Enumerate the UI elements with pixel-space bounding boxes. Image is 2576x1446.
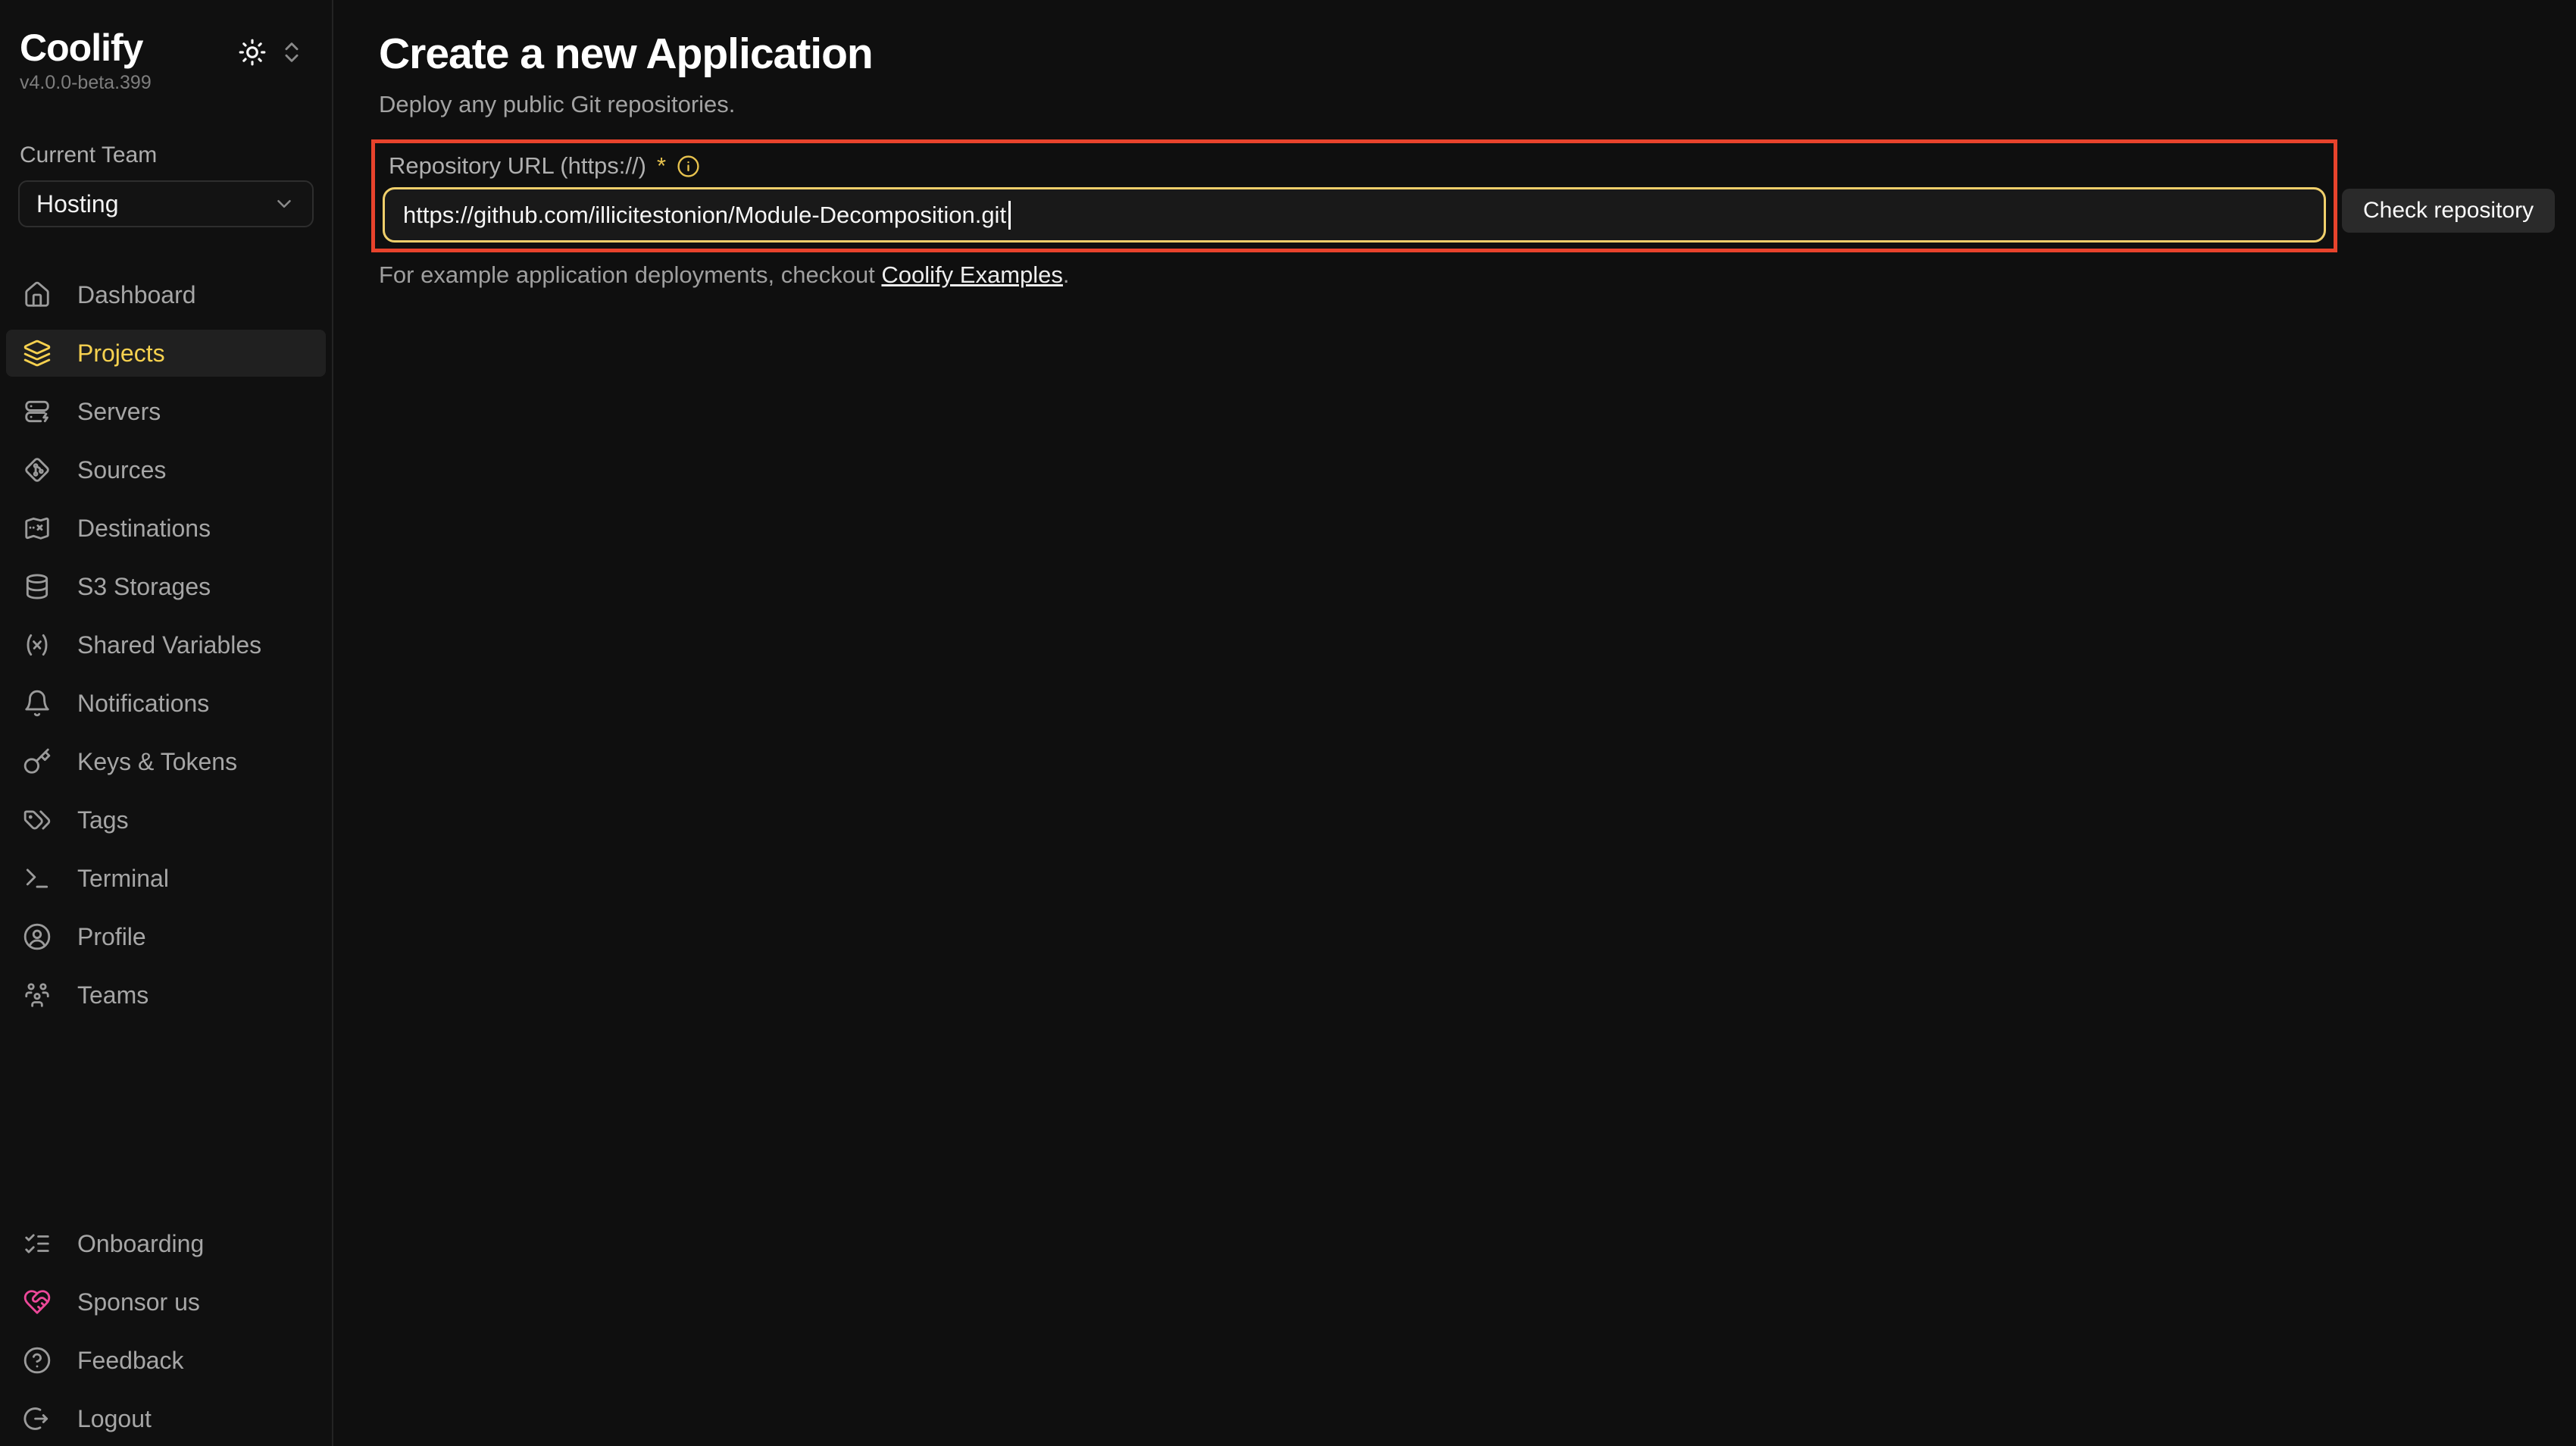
users-icon [23,981,52,1009]
logo-block: Coolify v4.0.0-beta.399 [20,27,152,94]
app-window: Coolify v4.0.0-beta.399 Current Team Hos… [0,0,2576,1446]
layers-icon [23,339,52,368]
heart-handshake-icon [23,1288,52,1316]
header-icons [238,38,305,67]
house-icon [23,280,52,309]
sidebar-item-notifications[interactable]: Notifications [6,680,326,727]
text-caret [1008,201,1011,230]
database-icon [23,572,52,601]
coolify-examples-link[interactable]: Coolify Examples [881,261,1062,288]
sidebar-item-destinations[interactable]: Destinations [6,505,326,552]
app-version: v4.0.0-beta.399 [20,72,152,94]
nav-label: Terminal [77,865,169,893]
nav-label: Dashboard [77,281,196,309]
repository-url-input[interactable]: https://github.com/illicitestonion/Modul… [383,187,2326,243]
helper-suffix: . [1063,261,1070,288]
sidebar-item-dashboard[interactable]: Dashboard [6,271,326,318]
bell-icon [23,689,52,718]
sidebar-header: Coolify v4.0.0-beta.399 [0,0,332,94]
nav-label: Shared Variables [77,631,261,659]
sidebar-item-sponsor-us[interactable]: Sponsor us [6,1279,326,1326]
repository-url-label: Repository URL (https://) [389,152,646,180]
nav-label: Notifications [77,690,209,718]
nav-label: Profile [77,923,146,951]
theme-sun-icon[interactable] [238,38,267,67]
nav-label: S3 Storages [77,573,211,601]
sidebar: Coolify v4.0.0-beta.399 Current Team Hos… [0,0,333,1446]
list-checks-icon [23,1229,52,1258]
main-content: Create a new Application Deploy any publ… [333,0,2576,1446]
nav-label: Sponsor us [77,1288,200,1316]
sidebar-item-profile[interactable]: Profile [6,913,326,960]
user-circle-icon [23,922,52,951]
repository-url-label-row: Repository URL (https://) * [383,152,2326,180]
sidebar-item-sources[interactable]: Sources [6,446,326,493]
highlight-outline-box: Repository URL (https://) * https://gith… [371,139,2337,252]
team-select-value: Hosting [36,190,119,218]
check-repository-button[interactable]: Check repository [2342,189,2555,233]
nav-label: Teams [77,981,148,1009]
sidebar-item-shared-variables[interactable]: Shared Variables [6,621,326,668]
help-circle-icon [23,1346,52,1375]
tags-icon [23,806,52,834]
team-select[interactable]: Hosting [18,180,314,227]
sidebar-item-logout[interactable]: Logout [6,1395,326,1442]
required-marker: * [657,152,666,180]
sidebar-item-feedback[interactable]: Feedback [6,1337,326,1384]
sidebar-item-projects[interactable]: Projects [6,330,326,377]
sidebar-nav: Dashboard Projects Servers Sources Desti… [0,271,332,1019]
nav-label: Keys & Tokens [77,748,237,776]
helper-text: For example application deployments, che… [379,261,2555,289]
nav-label: Servers [77,398,161,426]
chevrons-up-down-icon[interactable] [279,39,305,65]
helper-prefix: For example application deployments, che… [379,261,881,288]
sidebar-item-teams[interactable]: Teams [6,972,326,1019]
nav-label: Tags [77,806,129,834]
repository-form-row: Repository URL (https://) * https://gith… [371,139,2555,252]
sidebar-item-servers[interactable]: Servers [6,388,326,435]
chevron-down-icon [273,192,295,215]
nav-label: Sources [77,456,166,484]
terminal-icon [23,864,52,893]
current-team-label: Current Team [20,142,332,168]
git-source-icon [23,455,52,484]
sidebar-item-tags[interactable]: Tags [6,797,326,844]
nav-label: Logout [77,1405,152,1433]
server-icon [23,397,52,426]
sidebar-item-terminal[interactable]: Terminal [6,855,326,902]
variable-icon [23,631,52,659]
sidebar-item-s3-storages[interactable]: S3 Storages [6,563,326,610]
app-logo: Coolify [20,27,152,69]
sidebar-item-onboarding[interactable]: Onboarding [6,1220,326,1267]
page-subtitle: Deploy any public Git repositories. [379,91,2555,118]
map-icon [23,514,52,543]
nav-label: Destinations [77,515,211,543]
sidebar-footer-nav: Onboarding Sponsor us Feedback Logout [0,1220,332,1442]
nav-label: Projects [77,340,165,368]
sidebar-item-keys-tokens[interactable]: Keys & Tokens [6,738,326,785]
page-title: Create a new Application [379,29,2555,79]
key-icon [23,747,52,776]
info-icon[interactable] [677,155,700,178]
logout-icon [23,1404,52,1433]
nav-label: Feedback [77,1347,184,1375]
repository-url-value: https://github.com/illicitestonion/Modul… [403,202,1006,229]
nav-label: Onboarding [77,1230,204,1258]
